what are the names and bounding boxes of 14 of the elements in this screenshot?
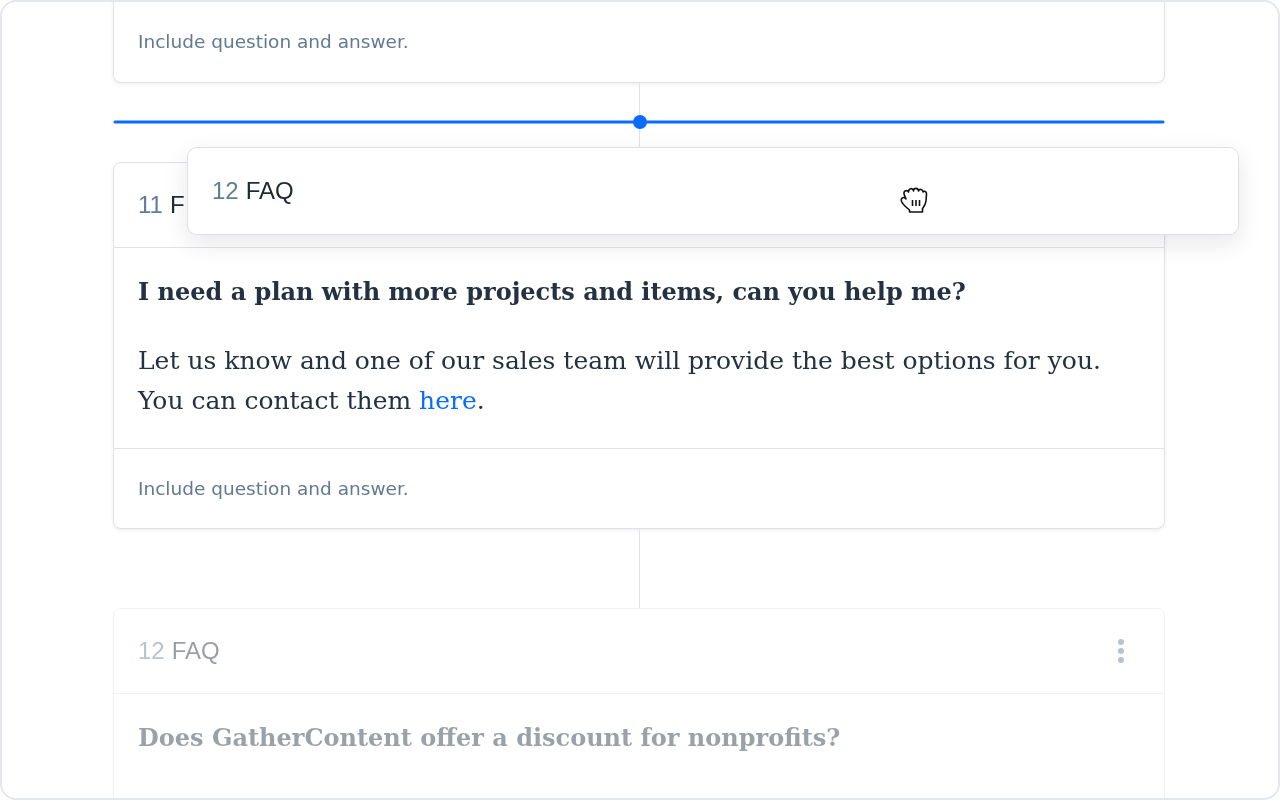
item-number: 11 bbox=[138, 190, 163, 220]
contact-link[interactable]: here bbox=[419, 386, 477, 415]
kebab-menu-icon[interactable] bbox=[1118, 639, 1124, 663]
question-text: Does GatherContent offer a discount for nonprofits? bbox=[138, 722, 842, 754]
hint-text: Include question and answer. bbox=[138, 30, 409, 55]
hint-text: Include question and answer. bbox=[138, 476, 409, 501]
question-text: I need a plan with more projects and items, can you help me? bbox=[138, 276, 967, 308]
item-number: 12 bbox=[212, 176, 239, 206]
item-number: 12 bbox=[138, 636, 165, 666]
item-title: F bbox=[169, 190, 185, 220]
item-title: FAQ bbox=[245, 176, 294, 206]
item-title: FAQ bbox=[171, 636, 220, 666]
drag-preview-card[interactable]: 12 FAQ bbox=[187, 147, 1239, 235]
answer-text: Let us know and one of our sales team will provide the best options for you. You can contact them here. bbox=[138, 345, 1102, 417]
